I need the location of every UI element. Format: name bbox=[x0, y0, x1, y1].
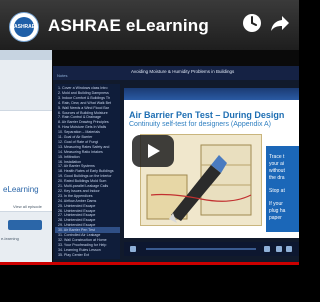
slide-menu-item[interactable]: 17. Air Barrier Systems bbox=[58, 164, 95, 168]
slide-menu-item[interactable]: 6. Sources of Building Moisture bbox=[58, 111, 108, 115]
slide-menu-item[interactable]: 26. Unintended Escape bbox=[58, 209, 95, 213]
view-episodes-button[interactable] bbox=[8, 220, 42, 230]
slide-menu-item[interactable]: 16. Installation bbox=[58, 160, 81, 164]
panel-card bbox=[0, 110, 52, 212]
video-title[interactable]: ASHRAE eLearning bbox=[48, 16, 209, 36]
side-note-line: Trace t bbox=[269, 154, 285, 160]
player-header: Avoiding Moisture & Humidity Problems in… bbox=[53, 66, 299, 80]
slide-menu-item[interactable]: 35. Play Center Ext bbox=[58, 253, 89, 257]
slide-menu-item[interactable]: 18. Health Rates of Early Buildings bbox=[58, 169, 114, 173]
slide-menu-item[interactable]: 22. Key Issues and Indoor bbox=[58, 189, 100, 193]
slide-menu-item[interactable]: 34. Learning Rules Lesson bbox=[58, 248, 101, 252]
panel-footer-text: e-learning bbox=[1, 236, 19, 241]
course-heading: Avoiding Moisture & Humidity Problems in… bbox=[131, 69, 235, 74]
slide-menu-item[interactable]: 23. In the Appendices bbox=[58, 194, 93, 198]
slide-menu-item[interactable]: 11. Goal of Air Barrier bbox=[58, 135, 92, 139]
slide-menu-item[interactable]: 32. Wall Construction at Home bbox=[58, 238, 107, 242]
slide-menu-item[interactable]: 19. Good Buildings on the Interior bbox=[58, 174, 112, 178]
video-frame: ASHRAE ASHRAE eLearning Fill Roof Result… bbox=[0, 0, 299, 302]
share-icon[interactable] bbox=[269, 12, 291, 34]
slide-menu-item[interactable]: 1. Cover a Windows class Intro bbox=[58, 86, 108, 90]
slide-menu-item[interactable]: 14. Measuring Ratio Intakes bbox=[58, 150, 103, 154]
slide-menu-item[interactable]: 7. Rain Control & Drainage bbox=[58, 115, 101, 119]
side-note-line: the dra bbox=[269, 175, 285, 181]
slide-menu-item[interactable]: 3. Indoor Comfort & Buildings Th bbox=[58, 96, 110, 100]
slide-menu-item[interactable]: 25. Unintended Escape bbox=[58, 204, 95, 208]
next-slide-button[interactable] bbox=[286, 246, 292, 252]
background-webpage-panel: Fill Roof Results Ma eLearning View all … bbox=[0, 50, 52, 262]
side-note-line: plug ha bbox=[269, 208, 286, 214]
slide-menu-item[interactable]: 5. Wall Needs a Wind Flood Bar bbox=[58, 106, 109, 110]
side-note-line: without bbox=[269, 168, 285, 174]
course-player: Avoiding Moisture & Humidity Problems in… bbox=[53, 66, 299, 262]
slide-menu-item[interactable]: 24. Airflow Amber Dams bbox=[58, 199, 96, 203]
ashrae-logo[interactable]: ASHRAE bbox=[9, 12, 39, 42]
slide-subtitle: Continuity self-test for designers (Appe… bbox=[129, 121, 272, 128]
slide-menu-item[interactable]: 9. How Moisture Gets In Walls bbox=[58, 125, 106, 129]
slide-menu-item[interactable]: 15. Infiltration bbox=[58, 155, 80, 159]
slide-menu-item[interactable]: 31. Controlled Air Leakage bbox=[58, 233, 100, 237]
slide-menu-item[interactable]: 30. Air Barrier Pen Test bbox=[58, 228, 95, 232]
slide-banner bbox=[124, 88, 299, 100]
slide-menu-item[interactable]: 8. Air Barrier Drawing Principles bbox=[58, 120, 109, 124]
progress-bar[interactable] bbox=[0, 262, 299, 265]
elearning-label: eLearning bbox=[3, 185, 39, 194]
player-controls bbox=[124, 242, 299, 256]
slide-menu-item[interactable]: 28. Unintended Escape bbox=[58, 218, 95, 222]
logo-text: ASHRAE bbox=[14, 17, 34, 37]
slide-menu-item[interactable]: 21. Multi-parallel Leakage Calls bbox=[58, 184, 108, 188]
slide-menu-item[interactable]: 12. Goal of Rate of Fungi bbox=[58, 140, 98, 144]
side-note-line: Stop at bbox=[269, 188, 285, 194]
slide-menu-item[interactable]: 33. Your Proofreading for Help bbox=[58, 243, 106, 247]
side-note-line: paper bbox=[269, 215, 282, 221]
play-icon bbox=[148, 144, 160, 158]
slide-menu-item[interactable]: 13. Measuring Rates Safety and bbox=[58, 145, 109, 149]
slide-menu-item[interactable]: 10. Separation – Materials bbox=[58, 130, 100, 134]
prev-slide-button[interactable] bbox=[276, 246, 282, 252]
slide-menu-item[interactable]: 27. Unintended Escape bbox=[58, 213, 95, 217]
slide-title: Air Barrier Pen Test – During Design bbox=[129, 110, 285, 120]
view-all-link[interactable]: View all episode bbox=[13, 204, 42, 209]
volume-button[interactable] bbox=[264, 246, 270, 252]
slide-menu-item[interactable]: 4. Rain, Dew, and What Walk Bet bbox=[58, 101, 111, 105]
panel-band bbox=[0, 50, 52, 60]
pause-button[interactable] bbox=[130, 246, 136, 252]
slide-side-note: Trace t your ai without the dra Stop at … bbox=[266, 146, 299, 232]
slide-menu-item[interactable]: 2. Mold and Building Dampness bbox=[58, 91, 109, 95]
seek-bar[interactable] bbox=[146, 248, 256, 250]
notes-tab[interactable]: Notes bbox=[57, 73, 67, 78]
side-note-line: If your bbox=[269, 201, 283, 207]
slide-menu: 1. Cover a Windows class Intro 2. Mold an… bbox=[55, 84, 120, 259]
video-title-bar: ASHRAE ASHRAE eLearning bbox=[0, 0, 299, 50]
side-note-line: your ai bbox=[269, 161, 285, 167]
clock-icon[interactable] bbox=[241, 12, 263, 34]
play-button[interactable] bbox=[132, 135, 174, 167]
slide-menu-item[interactable]: 20. Rated Buildings Mold Sum bbox=[58, 179, 106, 183]
video-bottom-area bbox=[0, 262, 299, 302]
